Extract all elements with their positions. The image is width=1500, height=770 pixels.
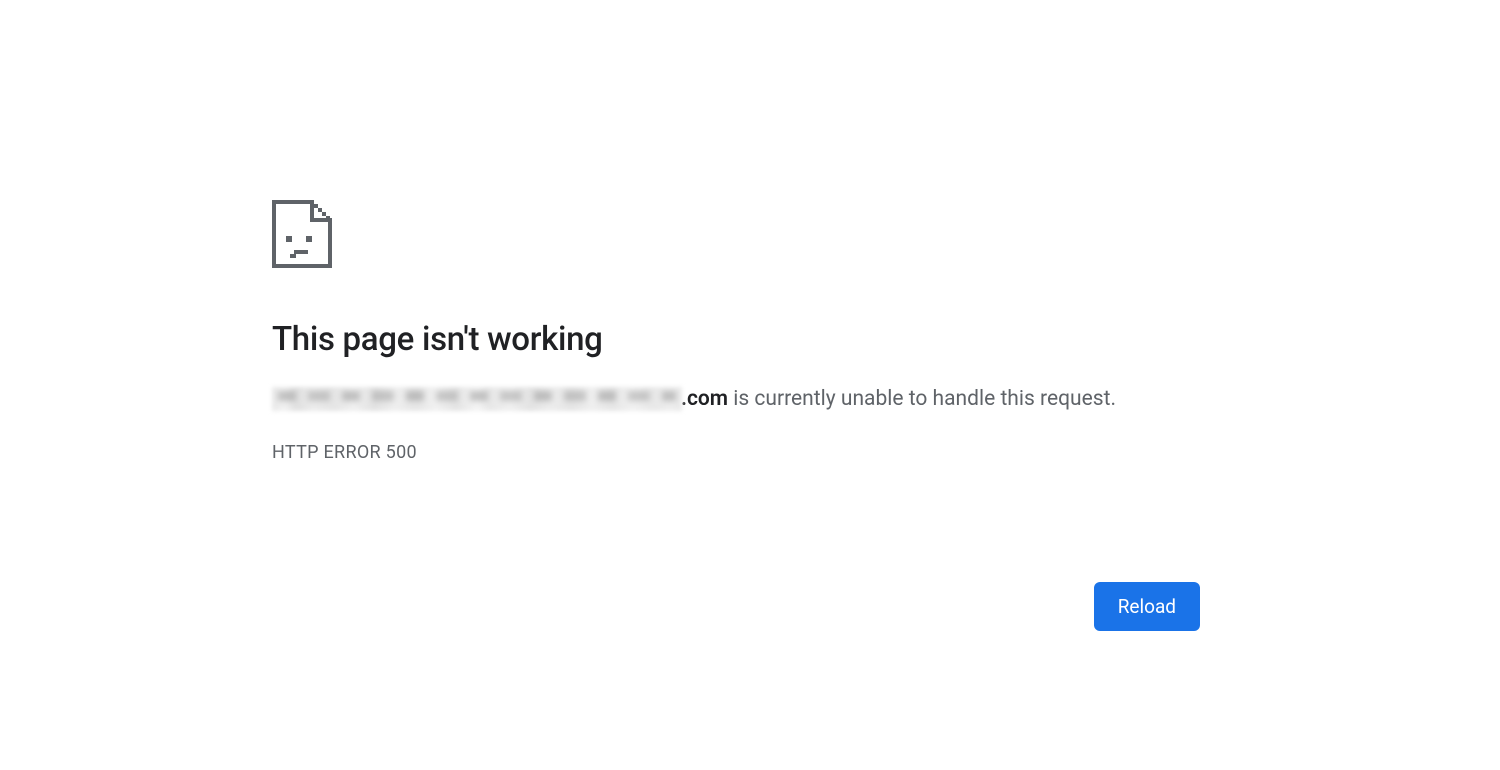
- error-title: This page isn't working: [272, 320, 1200, 359]
- error-page-container: This page isn't working .com is currentl…: [272, 200, 1200, 463]
- error-description-tail: is currently unable to handle this reque…: [728, 387, 1116, 411]
- sad-page-icon: [272, 200, 1200, 272]
- domain-redacted: [272, 387, 682, 411]
- reload-button[interactable]: Reload: [1094, 582, 1200, 631]
- domain-suffix: .com: [681, 387, 728, 411]
- error-description: .com is currently unable to handle this …: [272, 385, 1200, 414]
- error-code: HTTP ERROR 500: [272, 442, 1200, 463]
